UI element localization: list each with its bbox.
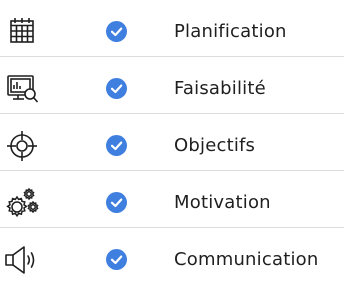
check-icon: [106, 192, 127, 213]
calendar-icon: [2, 12, 42, 52]
item-label: Communication: [174, 249, 319, 270]
monitor-chart-search-icon: [2, 69, 42, 109]
list-item-communication: Communication: [0, 235, 344, 285]
list-item-objectifs: Objectifs: [0, 121, 344, 171]
check-icon: [106, 78, 127, 99]
check-icon: [106, 249, 127, 270]
list-item-planification: Planification: [0, 7, 344, 57]
check-icon: [106, 21, 127, 42]
check-icon: [106, 135, 127, 156]
list-item-faisabilite: Faisabilité: [0, 64, 344, 114]
target-icon: [2, 126, 42, 166]
item-label: Motivation: [174, 192, 271, 213]
item-label: Planification: [174, 21, 287, 42]
gears-icon: [2, 183, 42, 223]
item-label: Faisabilité: [174, 78, 266, 99]
item-label: Objectifs: [174, 135, 256, 156]
feature-checklist: Planification Faisabilité Objectifs Moti…: [0, 0, 344, 284]
megaphone-icon: [2, 240, 42, 280]
list-item-motivation: Motivation: [0, 178, 344, 228]
